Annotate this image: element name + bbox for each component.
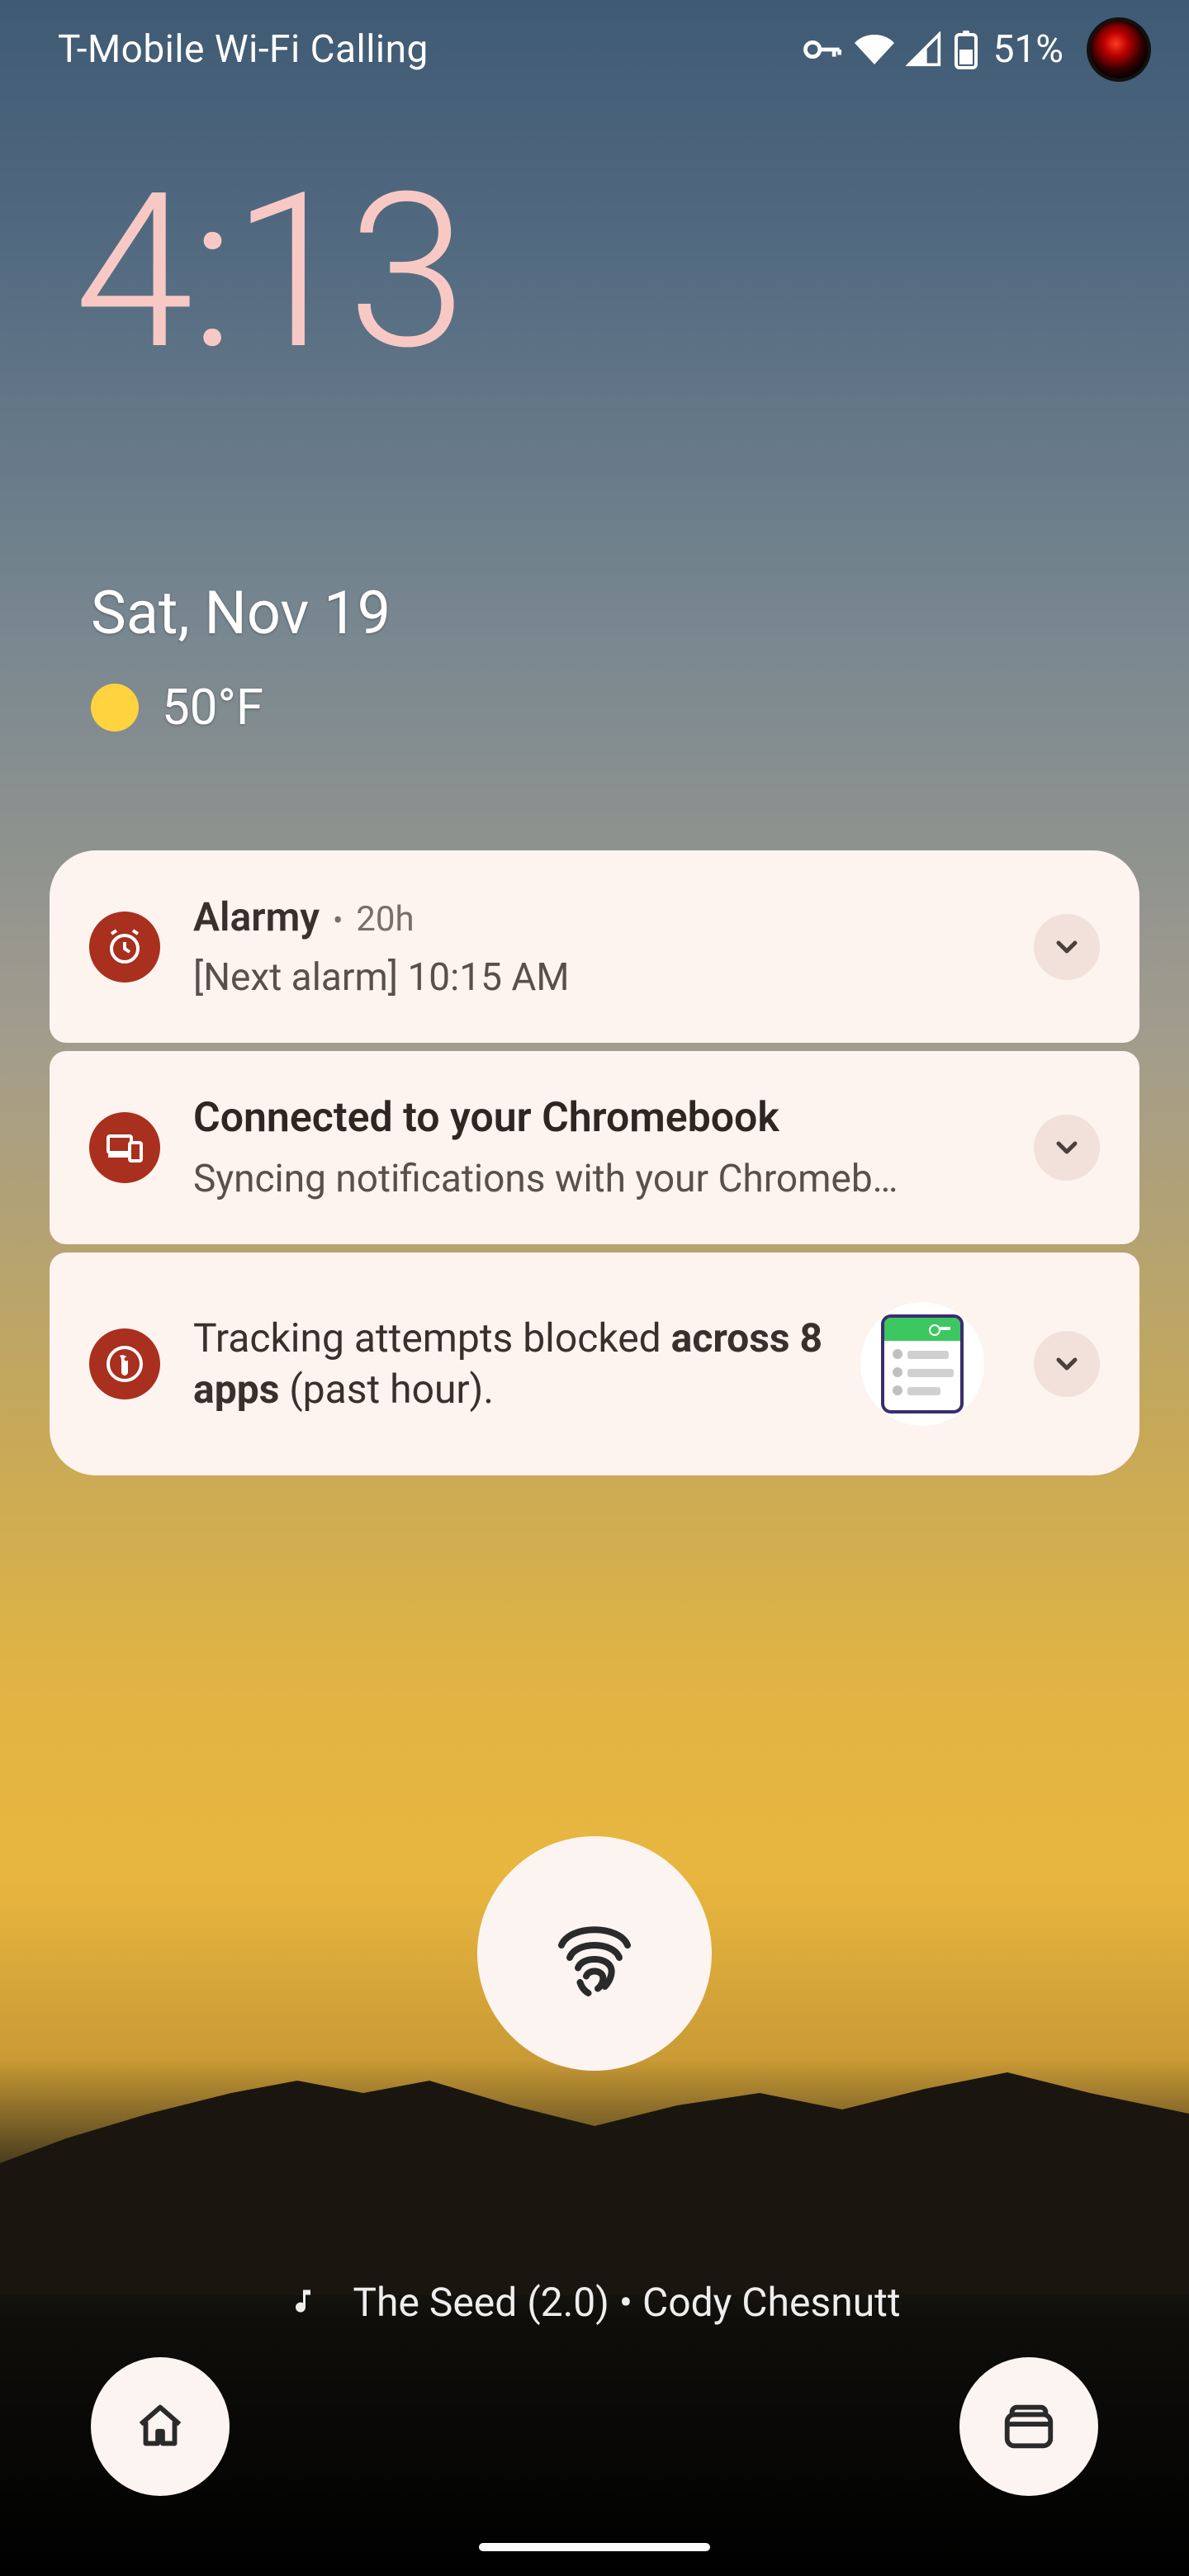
notification-age: 20h bbox=[356, 899, 414, 940]
notification-chromebook[interactable]: Connected to your Chromebook Syncing not… bbox=[50, 1051, 1139, 1244]
status-bar: T-Mobile Wi-Fi Calling 51% bbox=[0, 0, 1189, 99]
wifi-icon bbox=[855, 30, 894, 69]
now-playing-title: The Seed (2.0) • Cody Chesnutt bbox=[353, 2279, 900, 2326]
expand-notification-button[interactable] bbox=[1034, 1115, 1100, 1181]
lockscreen-date: Sat, Nov 19 bbox=[91, 578, 391, 648]
weather-row: 50°F bbox=[91, 678, 391, 736]
chromebook-app-icon bbox=[89, 1112, 160, 1183]
status-icons: 51% bbox=[800, 21, 1148, 78]
date-weather-block[interactable]: Sat, Nov 19 50°F bbox=[91, 578, 391, 736]
expand-notification-button[interactable] bbox=[1034, 1331, 1100, 1397]
notification-body: Syncing notifications with your Chromeb… bbox=[193, 1157, 936, 1201]
notification-body: Tracking attempts blocked across 8 apps … bbox=[193, 1313, 827, 1416]
battery-icon bbox=[954, 30, 978, 69]
notification-stack: Alarmy • 20h [Next alarm] 10:15 AM Conne… bbox=[50, 850, 1139, 1475]
notification-duckduckgo[interactable]: Tracking attempts blocked across 8 apps … bbox=[50, 1252, 1139, 1475]
wallet-shortcut-button[interactable] bbox=[959, 2357, 1098, 2496]
vpn-key-icon bbox=[800, 28, 843, 71]
battery-percentage: 51% bbox=[993, 27, 1063, 72]
lockscreen-clock: 4:13 bbox=[74, 165, 463, 380]
carrier-label: T-Mobile Wi-Fi Calling bbox=[58, 27, 429, 72]
fingerprint-unlock-button[interactable] bbox=[477, 1836, 712, 2071]
notification-alarmy[interactable]: Alarmy • 20h [Next alarm] 10:15 AM bbox=[50, 850, 1139, 1043]
expand-notification-button[interactable] bbox=[1034, 914, 1100, 980]
wallpaper-mountains bbox=[0, 2048, 1189, 2295]
alarmy-app-icon bbox=[89, 912, 160, 983]
notification-body: [Next alarm] 10:15 AM bbox=[193, 955, 936, 1000]
hal-9000-icon bbox=[1090, 21, 1148, 78]
separator-dot: • bbox=[333, 903, 343, 938]
notification-thumbnail bbox=[860, 1302, 984, 1426]
notification-title: Connected to your Chromebook bbox=[193, 1094, 1001, 1142]
smart-home-shortcut-button[interactable] bbox=[91, 2357, 230, 2496]
notification-app-name: Alarmy bbox=[193, 893, 320, 940]
now-playing-bar[interactable]: The Seed (2.0) • Cody Chesnutt bbox=[0, 2279, 1189, 2326]
music-note-icon bbox=[288, 2286, 318, 2319]
weather-temperature: 50°F bbox=[162, 678, 263, 736]
gesture-nav-handle[interactable] bbox=[479, 2543, 710, 2551]
duckduckgo-app-icon bbox=[89, 1328, 160, 1399]
cellular-signal-icon bbox=[906, 31, 942, 68]
weather-sunny-icon bbox=[91, 684, 139, 732]
